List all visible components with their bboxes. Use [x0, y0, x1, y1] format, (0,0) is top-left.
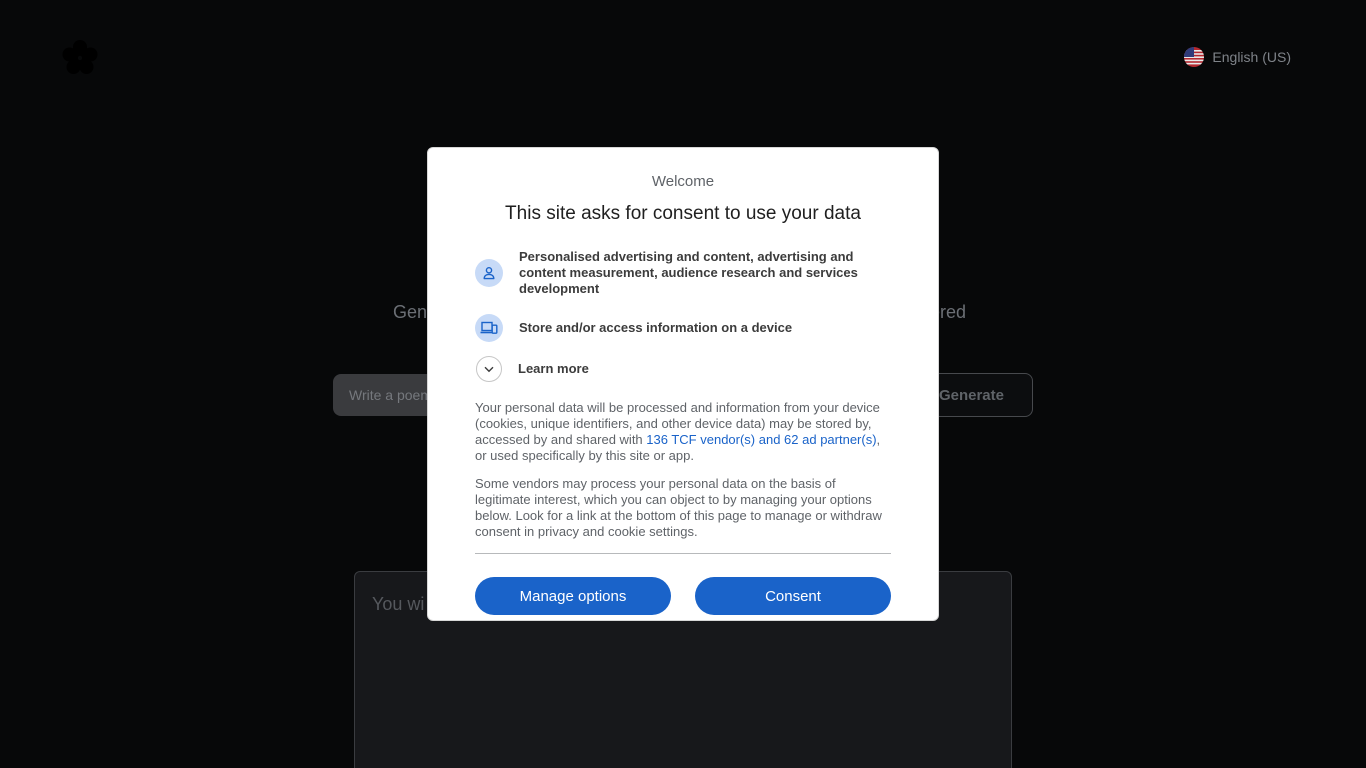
purpose-item: Store and/or access information on a dev… [475, 314, 891, 342]
consent-paragraph-1: Your personal data will be processed and… [475, 400, 891, 464]
us-flag-icon [1184, 47, 1205, 67]
chevron-down-icon[interactable] [476, 356, 502, 382]
page: English (US) Gene ered Write a poem Gene… [0, 0, 1366, 768]
consent-button[interactable]: Consent [695, 577, 891, 615]
consent-dialog: Welcome This site asks for consent to us… [427, 147, 939, 621]
purpose-text: Personalised advertising and content, ad… [519, 249, 858, 296]
dialog-title: This site asks for consent to use your d… [505, 203, 861, 224]
flower-logo-icon[interactable] [60, 38, 100, 78]
language-selector[interactable]: English (US) [1184, 46, 1291, 68]
output-placeholder: You wi [372, 594, 425, 614]
person-icon [475, 259, 503, 287]
consent-paragraph-2: Some vendors may process your personal d… [475, 476, 882, 539]
dialog-buttons: Manage options Consent [475, 577, 891, 615]
language-label: English (US) [1212, 49, 1291, 65]
devices-icon [475, 314, 503, 342]
purpose-text: Store and/or access information on a dev… [519, 320, 793, 335]
dialog-divider [475, 553, 891, 554]
purpose-item: Personalised advertising and content, ad… [475, 249, 891, 297]
vendors-link[interactable]: 136 TCF vendor(s) and 62 ad partner(s) [646, 432, 876, 447]
manage-options-button[interactable]: Manage options [475, 577, 671, 615]
learn-more-label[interactable]: Learn more [518, 361, 589, 377]
dialog-welcome: Welcome [651, 173, 715, 190]
learn-more-row[interactable]: Learn more [475, 356, 891, 382]
